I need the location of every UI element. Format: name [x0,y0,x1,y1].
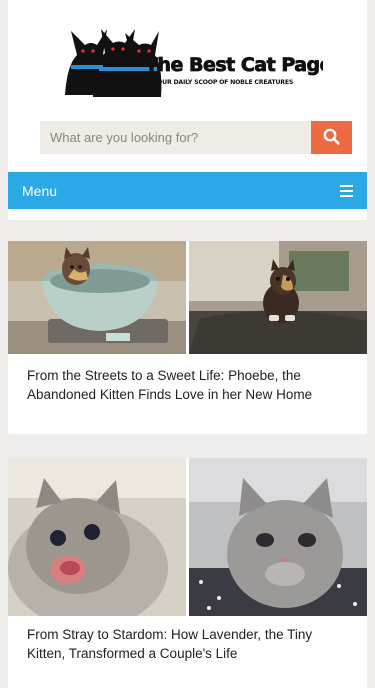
article-thumbnail[interactable] [8,458,367,616]
site-logo[interactable]: The Best Cat Page YOUR DAILY SCOOP OF NO… [63,25,323,101]
search-icon [323,128,340,148]
kitten-portrait-image [189,458,367,616]
article-card[interactable]: From the Streets to a Sweet Life: Phoebe… [8,241,367,434]
hamburger-icon[interactable] [340,184,353,197]
kitten-in-bowl-image [8,241,186,354]
article-card[interactable]: From Stray to Stardom: How Lavender, the… [8,458,367,688]
search-form [40,121,352,154]
article-thumbnail[interactable] [8,241,367,354]
article-title[interactable]: From the Streets to a Sweet Life: Phoebe… [27,367,353,404]
logo-tagline: YOUR DAILY SCOOP OF NOBLE CREATURES [152,79,293,86]
page: The Best Cat Page YOUR DAILY SCOOP OF NO… [0,0,375,688]
search-input[interactable] [40,121,311,154]
search-button[interactable] [311,121,352,154]
logo-title: The Best Cat Page [145,54,323,76]
menu-bar[interactable]: Menu [8,172,367,209]
menu-label: Menu [22,182,58,199]
article-title[interactable]: From Stray to Stardom: How Lavender, the… [27,626,353,663]
kitten-on-couch-image [189,241,367,354]
kitten-meowing-image [8,458,186,616]
